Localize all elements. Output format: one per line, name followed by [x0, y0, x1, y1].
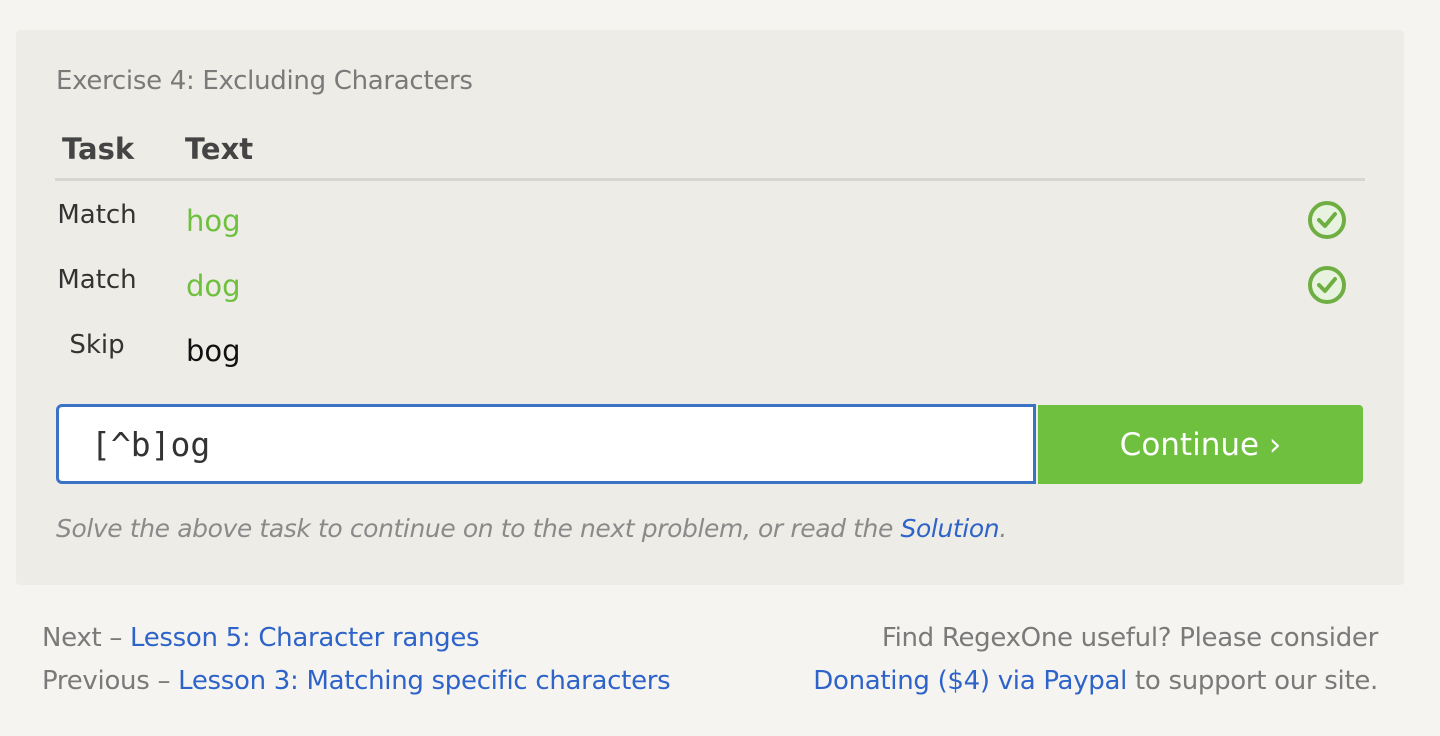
next-prefix: Next –: [42, 623, 130, 653]
task-text: bog: [186, 334, 241, 368]
task-label: Match: [57, 200, 137, 230]
exercise-panel: Exercise 4: Excluding Characters Task Te…: [16, 30, 1404, 585]
previous-prefix: Previous –: [42, 666, 179, 696]
task-text: dog: [186, 269, 241, 303]
exercise-title: Exercise 4: Excluding Characters: [56, 66, 473, 96]
donate-suffix: to support our site.: [1127, 666, 1378, 696]
regex-input[interactable]: [56, 404, 1036, 484]
task-row: Match dog: [16, 265, 1404, 315]
continue-button[interactable]: Continue ›: [1038, 405, 1363, 484]
task-label: Skip: [69, 330, 125, 360]
task-row: Skip bog: [16, 330, 1404, 380]
donate-prefix: Find RegexOne useful? Please consider: [881, 623, 1378, 653]
check-circle-icon: [1308, 201, 1346, 239]
check-circle-icon: [1308, 266, 1346, 304]
next-lesson-link[interactable]: Lesson 5: Character ranges: [130, 623, 480, 653]
previous-lesson-link[interactable]: Lesson 3: Matching specific characters: [178, 666, 671, 696]
text-column-header: Text: [185, 132, 254, 166]
donation-note: Find RegexOne useful? Please consider Do…: [813, 617, 1378, 703]
lesson-navigation: Next – Lesson 5: Character ranges Previo…: [42, 617, 671, 703]
task-column-header: Task: [62, 132, 135, 166]
hint-prefix: Solve the above task to continue on to t…: [56, 514, 901, 543]
previous-lesson-line: Previous – Lesson 3: Matching specific c…: [42, 660, 671, 703]
donate-link[interactable]: Donating ($4) via Paypal: [813, 666, 1127, 696]
solution-link[interactable]: Solution: [901, 514, 1000, 543]
hint-text: Solve the above task to continue on to t…: [56, 514, 1007, 543]
hint-suffix: .: [999, 514, 1007, 543]
header-divider: [55, 178, 1365, 181]
task-text: hog: [186, 204, 241, 238]
task-label: Match: [57, 265, 137, 295]
task-row: Match hog: [16, 200, 1404, 250]
next-lesson-line: Next – Lesson 5: Character ranges: [42, 617, 670, 660]
donate-line: Donating ($4) via Paypal to support our …: [813, 660, 1378, 703]
